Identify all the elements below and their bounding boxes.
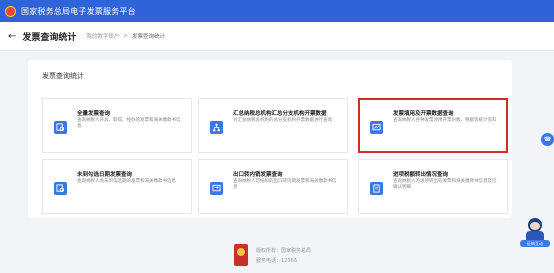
top-bar: 国家税务总局电子发票服务平台 [0,0,554,22]
back-arrow-icon[interactable]: ← [8,31,16,42]
document-icon [370,182,383,195]
card-title: 未到勾选日期发票查询 [77,172,133,178]
search-document-icon [54,182,67,195]
card-title: 发票填用及开票数据查询 [393,111,454,117]
assistant-face [530,222,540,230]
breadcrumb: 我的数字账户 > 发票查询统计 [86,32,165,40]
card-export-domestic-query[interactable]: 出口转内销发票查询 查询纳税人可抵扣的出口转内销发票和海关缴款书信息 [198,159,348,214]
transfer-screen-icon [210,182,223,195]
query-panel: 发票查询统计 全量发票查询 查询纳税人开具、取得、经办的发票和海关缴款书信息 汇… [28,60,512,218]
footer: 版权所有：国家税务总局 服务电话：12366 [234,244,344,270]
card-title: 出口转内销发票查询 [233,172,283,178]
card-description: 查询纳税人的进项转出的发票和海关缴款书信息及已确认明细 [393,179,497,190]
search-document-icon [54,121,67,134]
footer-hotline: 服务电话：12366 [256,258,297,264]
page-title: 发票查询统计 [22,32,77,43]
branch-network-icon [210,121,223,134]
panel-title: 发票查询统计 [42,72,84,80]
card-invoice-usage-query[interactable]: 发票填用及开票数据查询 查询纳税人各种发票领用开票份数、税额等统计资料 [358,98,508,153]
card-title: 汇总纳税总机构汇总分支机构开票数据 [233,111,327,117]
card-title: 全量发票查询 [77,111,111,117]
footer-copyright: 版权所有：国家税务总局 [256,248,312,254]
tax-bureau-logo-icon [234,244,248,266]
card-description: 查询纳税人尚未到勾选期的发票和海关缴款书信息 [77,179,176,184]
breadcrumb-item-account[interactable]: 我的数字账户 [86,32,119,40]
card-description: 查询纳税人开具、取得、经办的发票和海关缴款书信息 [77,118,181,129]
assistant-label[interactable]: 征纳互动 [520,240,550,247]
card-title: 进项税额转出情况查询 [393,172,449,178]
assistant-widget[interactable]: 征纳互动 [520,218,550,247]
headset-support-icon[interactable]: ☎ [541,133,554,146]
tax-emblem-icon [5,5,16,17]
card-branch-summary-query[interactable]: 汇总纳税总机构汇总分支机构开票数据 对汇总纳税总机构的总分支机构开票数据进行查询 [198,98,348,153]
app-title: 国家税务总局电子发票服务平台 [21,6,136,16]
card-full-invoice-query[interactable]: 全量发票查询 查询纳税人开具、取得、经办的发票和海关缴款书信息 [42,98,192,153]
card-pending-date-query[interactable]: 未到勾选日期发票查询 查询纳税人尚未到勾选期的发票和海关缴款书信息 [42,159,192,214]
chart-screen-icon [370,121,383,134]
breadcrumb-separator: > [123,33,129,39]
card-description: 查询纳税人各种发票领用开票份数、税额等统计资料 [393,118,497,123]
card-description: 查询纳税人可抵扣的出口转内销发票和海关缴款书信息 [233,179,337,190]
card-description: 对汇总纳税总机构的总分支机构开票数据进行查询 [233,118,332,123]
breadcrumb-item-current: 发票查询统计 [132,34,166,40]
card-input-tax-transfer-query[interactable]: 进项税额转出情况查询 查询纳税人的进项转出的发票和海关缴款书信息及已确认明细 [358,159,508,214]
page-header: ← 发票查询统计 我的数字账户 > 发票查询统计 [0,22,554,51]
